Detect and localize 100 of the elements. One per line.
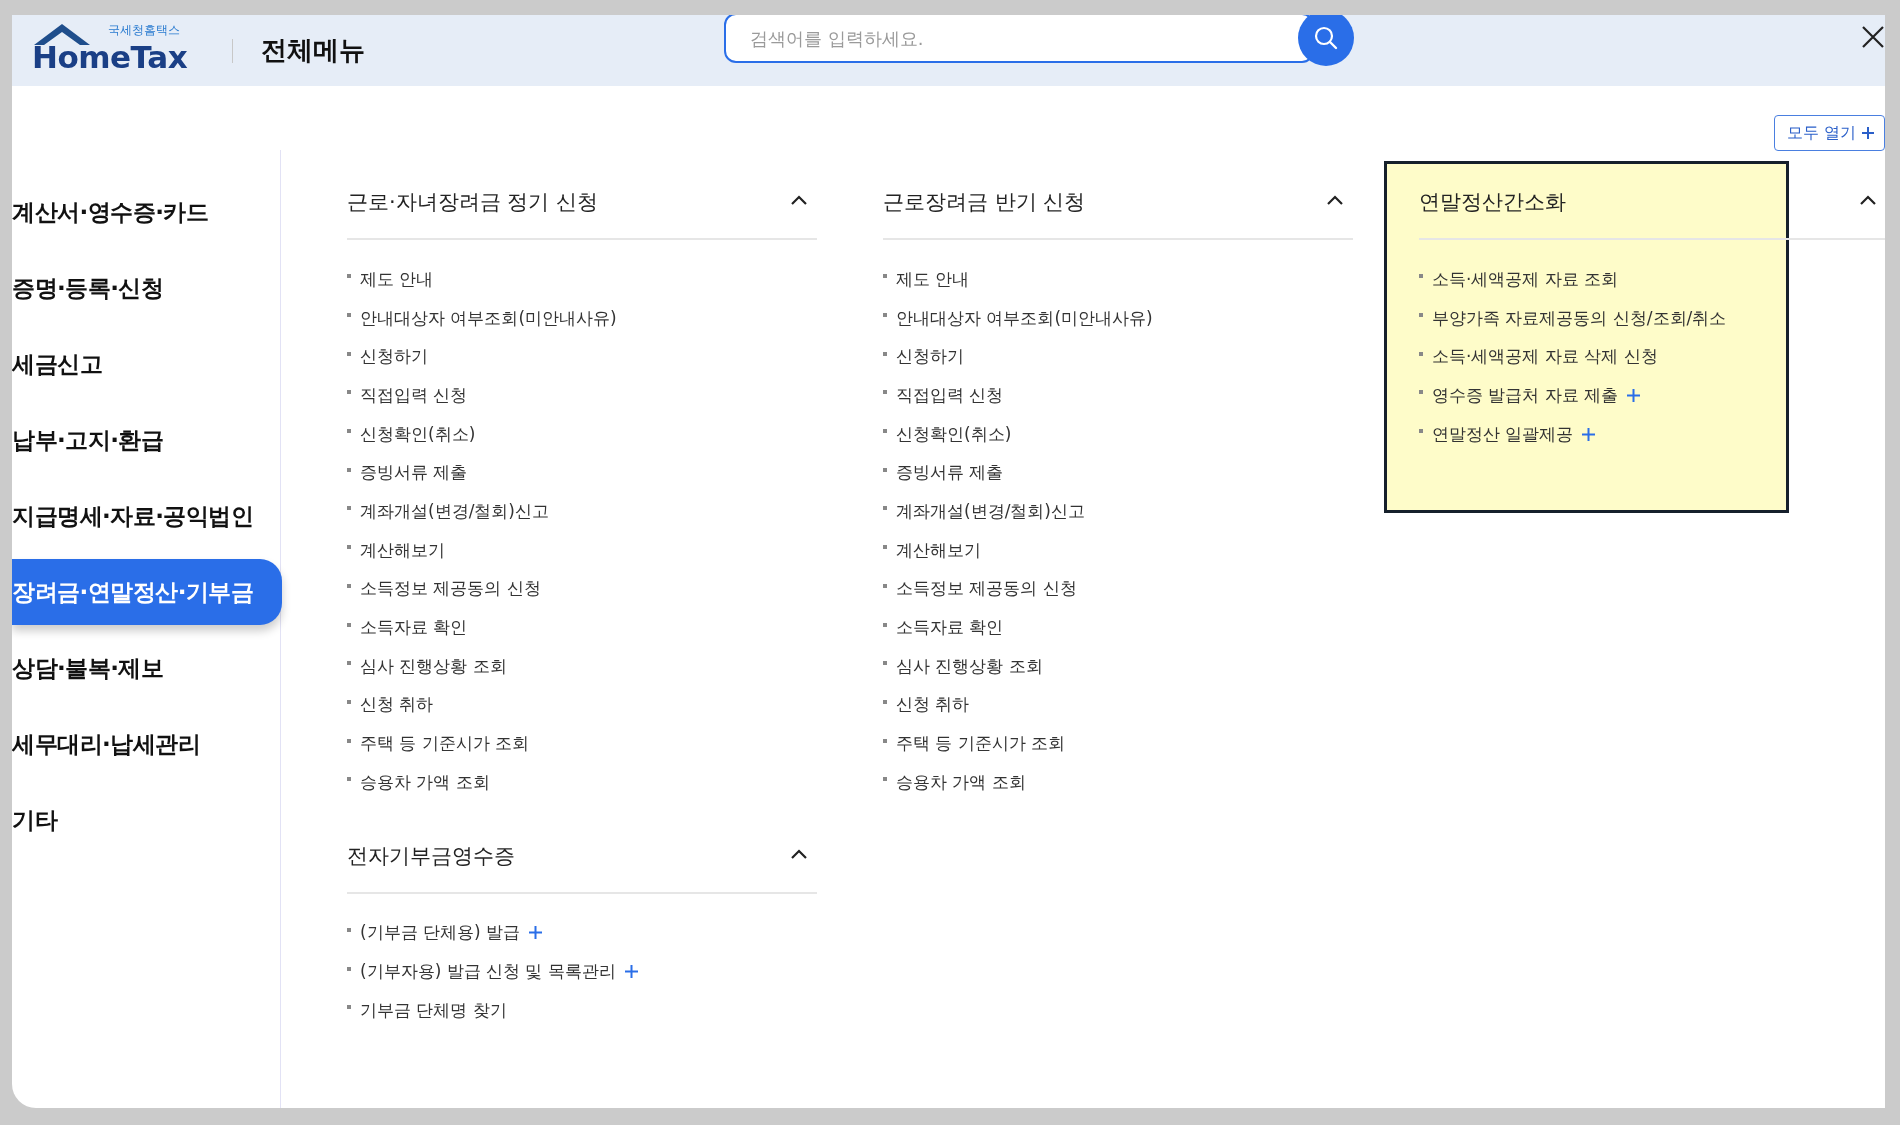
bullet-icon	[347, 927, 351, 932]
group-title[interactable]: 근로장려금 반기 신청	[883, 184, 1086, 216]
bullet-icon	[883, 313, 887, 318]
bullet-icon	[883, 467, 887, 472]
plus-icon[interactable]	[624, 965, 638, 979]
menu-link[interactable]: 소득·세액공제 자료 삭제 신청	[1432, 345, 1658, 369]
menu-link[interactable]: 직접입력 신청	[896, 383, 1004, 407]
bullet-icon	[347, 583, 351, 588]
menu-link[interactable]: 신청 취하	[360, 693, 434, 717]
bullet-icon	[347, 1005, 351, 1010]
chevron-up-icon[interactable]	[791, 195, 807, 205]
bullet-icon	[347, 351, 351, 356]
bullet-icon	[347, 506, 351, 511]
bullet-icon	[883, 274, 887, 279]
menu-link[interactable]: 기부금 단체명 찾기	[360, 998, 507, 1022]
bullet-icon	[347, 777, 351, 782]
menu-link[interactable]: 신청 취하	[896, 693, 970, 717]
expand-all-button[interactable]: 모두 열기	[1773, 115, 1885, 151]
menu-link[interactable]: 계좌개설(변경/철회)신고	[360, 499, 549, 523]
group-title[interactable]: 전자기부금영수증	[347, 837, 515, 870]
bullet-icon	[883, 506, 887, 511]
sidebar-item[interactable]: 지급명세·자료·공익법인	[12, 483, 280, 549]
bullet-icon	[347, 429, 351, 434]
menu-link[interactable]: 소득·세액공제 자료 조회	[1432, 267, 1619, 291]
bullet-icon	[347, 274, 351, 279]
group-title[interactable]: 연말정산간소화	[1419, 184, 1566, 216]
bullet-icon	[883, 545, 887, 550]
menu-link[interactable]: 승용차 가액 조회	[896, 770, 1026, 794]
sidebar-item[interactable]: 납부·고지·환급	[12, 407, 280, 473]
menu-link[interactable]: 증빙서류 제출	[360, 461, 468, 485]
menu-link[interactable]: 소득자료 확인	[360, 616, 468, 640]
close-icon[interactable]	[1861, 25, 1885, 49]
menu-link[interactable]: 주택 등 기준시가 조회	[896, 732, 1066, 756]
bullet-icon	[883, 622, 887, 627]
logo-text[interactable]: HomeTax	[32, 38, 188, 75]
menu-link[interactable]: 증빙서류 제출	[896, 461, 1004, 485]
chevron-up-icon[interactable]	[1860, 195, 1876, 205]
bullet-icon	[347, 966, 351, 971]
menu-link[interactable]: 신청하기	[360, 345, 428, 369]
bullet-icon	[1419, 390, 1423, 395]
plus-icon[interactable]	[529, 926, 543, 940]
menu-link[interactable]: 소득정보 제공동의 신청	[360, 577, 541, 601]
sidebar-item[interactable]: 세금신고	[12, 331, 280, 397]
plus-icon	[1862, 127, 1874, 139]
bullet-icon	[347, 313, 351, 318]
menu-title: 전체메뉴	[261, 34, 365, 67]
menu-link[interactable]: 계산해보기	[896, 538, 981, 562]
menu-link[interactable]: 신청하기	[896, 345, 964, 369]
menu-link[interactable]: 주택 등 기준시가 조회	[360, 732, 530, 756]
menu-link[interactable]: 승용차 가액 조회	[360, 770, 490, 794]
bullet-icon	[347, 622, 351, 627]
menu-link[interactable]: 소득정보 제공동의 신청	[896, 577, 1077, 601]
menu-link[interactable]: 계좌개설(변경/철회)신고	[896, 499, 1085, 523]
plus-icon[interactable]	[1582, 427, 1596, 441]
bullet-icon	[347, 390, 351, 395]
bullet-icon	[1419, 313, 1423, 318]
bullet-icon	[347, 467, 351, 472]
group-title[interactable]: 근로·자녀장려금 정기 신청	[347, 184, 599, 216]
menu-link[interactable]: 계산해보기	[360, 538, 445, 562]
menu-link[interactable]: 신청확인(취소)	[896, 422, 1012, 446]
menu-link[interactable]: 심사 진행상황 조회	[360, 654, 507, 678]
menu-link[interactable]: 영수증 발급처 자료 제출	[1432, 383, 1619, 407]
bullet-icon	[347, 661, 351, 666]
bullet-icon	[883, 429, 887, 434]
bullet-icon	[1419, 429, 1423, 434]
bullet-icon	[1419, 274, 1423, 279]
sidebar-item[interactable]: 상담·불복·제보	[12, 635, 280, 701]
menu-link[interactable]: 제도 안내	[896, 267, 970, 291]
sidebar-item[interactable]: 기타	[12, 787, 280, 853]
logo-caption: 국세청홈택스	[108, 21, 180, 39]
menu-link[interactable]: 연말정산 일괄제공	[1432, 422, 1574, 446]
menu-link[interactable]: 심사 진행상황 조회	[896, 654, 1043, 678]
bullet-icon	[347, 738, 351, 743]
menu-link[interactable]: (기부금 단체용) 발급	[360, 921, 521, 945]
bullet-icon	[883, 390, 887, 395]
menu-link[interactable]: 제도 안내	[360, 267, 434, 291]
bullet-icon	[347, 699, 351, 704]
bullet-icon	[1419, 351, 1423, 356]
sidebar-item[interactable]: 장려금·연말정산·기부금	[12, 559, 282, 625]
bullet-icon	[883, 777, 887, 782]
menu-link[interactable]: 신청확인(취소)	[360, 422, 476, 446]
sidebar-item[interactable]: 증명·등록·신청	[12, 255, 280, 321]
bullet-icon	[347, 545, 351, 550]
search-icon	[1313, 25, 1339, 51]
menu-link[interactable]: 부양가족 자료제공동의 신청/조회/취소	[1432, 306, 1727, 330]
bullet-icon	[883, 583, 887, 588]
plus-icon[interactable]	[1627, 388, 1641, 402]
menu-link[interactable]: 안내대상자 여부조회(미안내사유)	[360, 306, 617, 330]
chevron-up-icon[interactable]	[1327, 195, 1343, 205]
sidebar-item[interactable]: 계산서·영수증·카드	[12, 179, 280, 245]
bullet-icon	[883, 661, 887, 666]
bullet-icon	[883, 738, 887, 743]
menu-link[interactable]: 안내대상자 여부조회(미안내사유)	[896, 306, 1153, 330]
bullet-icon	[883, 351, 887, 356]
chevron-up-icon[interactable]	[791, 848, 807, 859]
menu-link[interactable]: 직접입력 신청	[360, 383, 468, 407]
menu-link[interactable]: 소득자료 확인	[896, 616, 1004, 640]
sidebar-item[interactable]: 세무대리·납세관리	[12, 711, 280, 777]
menu-link[interactable]: (기부자용) 발급 신청 및 목록관리	[360, 960, 616, 984]
bullet-icon	[883, 699, 887, 704]
